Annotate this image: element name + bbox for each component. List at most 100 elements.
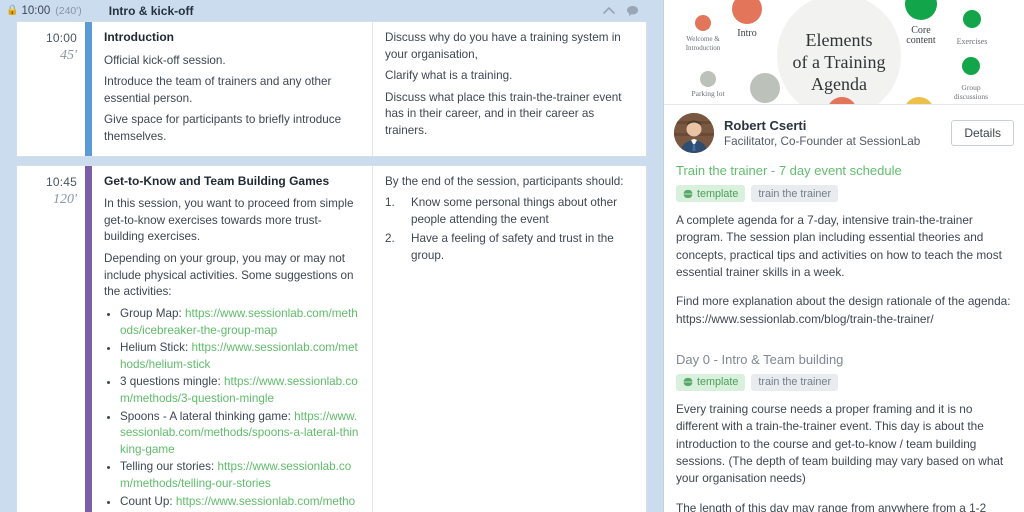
block-columns: Introduction Official kick-off session. …: [92, 22, 646, 156]
elements-of-training-agenda-illustration: Elements of a Training Agenda Intro revi…: [686, 0, 988, 105]
block-paragraph: Discuss what place this train-the-traine…: [385, 90, 622, 138]
block-right-column: By the end of the session, participants …: [373, 166, 646, 512]
lock-icon: 🔒: [6, 4, 19, 16]
block-left-column: Introduction Official kick-off session. …: [92, 22, 373, 156]
cover-title-line3: Agenda: [811, 74, 867, 94]
block-columns: Get-to-Know and Team Building Games In t…: [92, 165, 646, 512]
template-badge-label: template: [697, 376, 739, 389]
list-item: Have a feeling of safety and trust in th…: [385, 231, 614, 263]
template-badge[interactable]: template: [676, 185, 746, 202]
list-item: Helium Stick: https://www.sessionlab.com…: [120, 340, 361, 373]
agenda-pane: 🔒 10:00 (240') Intro & kick-off 10:00 45…: [0, 0, 663, 512]
app-root: 🔒 10:00 (240') Intro & kick-off 10:00 45…: [0, 0, 1024, 512]
chevron-up-icon[interactable]: [603, 6, 615, 15]
template-badge[interactable]: template: [676, 373, 746, 391]
list-item: Group Map: https://www.sessionlab.com/me…: [120, 306, 361, 339]
block-paragraph: Give space for participants to briefly i…: [104, 113, 342, 144]
method-label: Count Up:: [120, 494, 173, 508]
description-paragraph: Every training course needs a proper fra…: [676, 401, 1004, 486]
block-paragraph: In this session, you want to proceed fro…: [104, 197, 354, 244]
block-paragraph: By the end of the session, participants …: [385, 174, 624, 188]
template-description: A complete agenda for a 7-day, intensive…: [664, 212, 1024, 328]
author-role: Facilitator, Co-Founder at SessionLab: [724, 135, 921, 148]
method-label: Spoons - A lateral thinking game:: [120, 409, 291, 423]
cover-dot: [905, 0, 937, 20]
user-avatar-image: [674, 113, 714, 153]
cover-dot: [700, 71, 716, 87]
section-title: Intro & kick-off: [108, 3, 194, 18]
details-button[interactable]: Details: [951, 120, 1014, 146]
template-section: Train the trainer - 7 day event schedule…: [664, 159, 1024, 212]
cover-dot: [732, 0, 762, 24]
block-title: Get-to-Know and Team Building Games: [104, 173, 330, 188]
cover-label-parking: Parking lot: [691, 89, 725, 98]
cover-dot: [962, 57, 980, 75]
block-left-column: Get-to-Know and Team Building Games In t…: [92, 165, 373, 512]
outcome-list: Know some personal things about other pe…: [385, 195, 635, 264]
block-paragraph: Clarify what is a training.: [385, 69, 513, 83]
cover-label-intro: Intro: [737, 28, 756, 39]
cover-dot: [963, 10, 981, 28]
cover-dot: [700, 104, 716, 105]
cover-title-line1: Elements: [806, 30, 873, 50]
detail-pane: Elements of a Training Agenda Intro revi…: [663, 0, 1024, 512]
block-paragraph: Official kick-off session.: [104, 53, 226, 67]
day-description: Every training course needs a proper fra…: [664, 401, 1024, 512]
method-label: Helium Stick:: [120, 341, 189, 355]
description-paragraph: The length of this day may range from an…: [676, 500, 987, 512]
section-start-time: 10:00: [21, 4, 51, 17]
block-right-column: Discuss why do you have a training syste…: [373, 22, 646, 156]
list-item: 3 questions mingle: https://www.sessionl…: [120, 374, 361, 407]
template-tags: template train the trainer: [676, 185, 1012, 202]
list-item: Spoons - A lateral thinking game: https:…: [120, 409, 361, 459]
section-duration: (240'): [55, 4, 82, 17]
list-item: Telling our stories: https://www.session…: [120, 459, 361, 492]
cover-dot: [750, 73, 780, 103]
agenda-block[interactable]: 10:45 120' Get-to-Know and Team Building…: [16, 164, 647, 512]
avatar: [674, 113, 714, 153]
block-duration: 45': [60, 48, 77, 63]
agenda-block[interactable]: 10:00 45' Introduction Official kick-off…: [16, 21, 647, 157]
template-title[interactable]: Train the trainer - 7 day event schedule: [676, 163, 1012, 178]
svg-text:discussions: discussions: [954, 92, 988, 101]
method-label: 3 questions mingle:: [120, 375, 221, 389]
cover-label-exercises: Exercises: [957, 37, 988, 46]
day-title[interactable]: Day 0 - Intro & Team building: [676, 352, 1012, 367]
svg-text:Welcome &: Welcome &: [686, 35, 720, 43]
method-label: Group Map:: [120, 306, 182, 320]
method-label: Telling our stories:: [120, 460, 215, 474]
author-name: Robert Cserti: [724, 118, 807, 133]
list-item: Count Up: https://www.sessionlab.com/met…: [120, 494, 361, 512]
block-start-time: 10:45: [45, 174, 77, 189]
comment-bubble-icon[interactable]: [626, 5, 639, 17]
author-text: Robert Cserti Facilitator, Co-Founder at…: [724, 118, 951, 148]
block-time-column: 10:00 45': [17, 22, 85, 156]
method-list: Group Map: https://www.sessionlab.com/me…: [120, 306, 361, 512]
block-title: Introduction: [104, 30, 174, 44]
svg-text:Introduction: Introduction: [686, 44, 721, 52]
template-cover-image: Elements of a Training Agenda Intro revi…: [664, 0, 1024, 105]
block-color-bar: [85, 22, 92, 156]
topic-tag[interactable]: train the trainer: [751, 185, 839, 202]
cover-dot: [695, 15, 711, 31]
globe-icon: [683, 377, 693, 388]
description-paragraph: Find more explanation about the design r…: [676, 294, 1011, 326]
block-paragraph: Discuss why do you have a training syste…: [385, 31, 621, 61]
agenda-section-header[interactable]: 🔒 10:00 (240') Intro & kick-off: [0, 0, 663, 21]
svg-text:content: content: [906, 35, 936, 46]
cover-title-line2: of a Training: [792, 52, 885, 72]
block-start-time: 10:00: [45, 31, 77, 45]
svg-text:Group: Group: [961, 83, 980, 92]
block-duration: 120': [53, 191, 77, 207]
globe-icon: [683, 188, 693, 199]
day-section: Day 0 - Intro & Team building template t…: [664, 352, 1024, 401]
block-paragraph: Depending on your group, you may or may …: [104, 252, 354, 299]
block-color-bar: [85, 165, 92, 512]
topic-tag[interactable]: train the trainer: [751, 373, 839, 391]
author-row: Robert Cserti Facilitator, Co-Founder at…: [664, 105, 1024, 159]
template-badge-label: template: [697, 187, 739, 200]
cover-dot: [906, 97, 932, 104]
block-time-column: 10:45 120': [17, 165, 85, 512]
section-header-actions: [603, 5, 655, 17]
description-paragraph: A complete agenda for a 7-day, intensive…: [676, 213, 1002, 279]
